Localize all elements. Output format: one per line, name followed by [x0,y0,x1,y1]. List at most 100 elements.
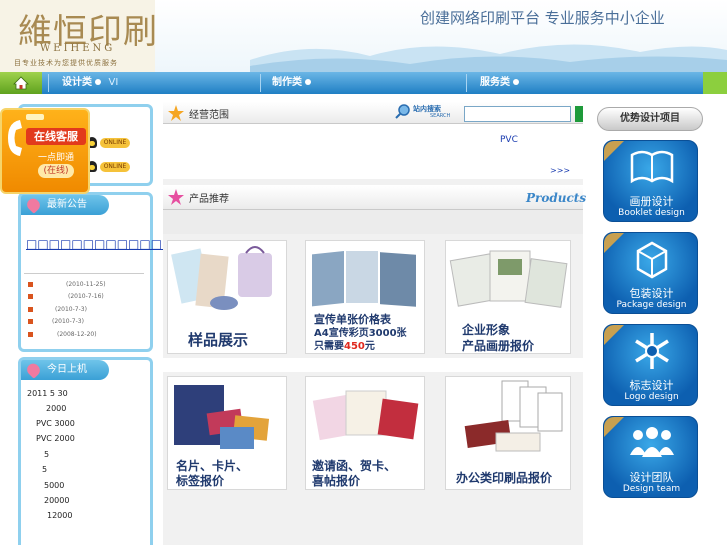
design-projects-title: 优势设计项目 [597,107,703,131]
nav-item-suffix: VI [108,77,119,88]
today-title: 今日上机 [47,364,87,375]
logo-design-button[interactable]: 标志设计 Logo design [603,324,698,406]
online-service-widget[interactable]: 在线客服 一点即通 (在线) [0,108,90,194]
button-label-en: Booklet design [618,208,685,218]
notice-title-bar: 最新公告 [21,195,109,215]
bullet-icon [28,294,33,299]
invitation-image [312,390,419,441]
nav-item-design[interactable]: 设计类 VI [62,72,118,94]
package-design-button[interactable]: 包装设计 Package design [603,232,698,314]
nav-item-production[interactable]: 制作类 [272,72,311,94]
service-status: (在线) [38,164,74,178]
more-link[interactable]: >>> [550,166,570,175]
heart-icon [24,361,43,379]
scope-content [163,126,583,180]
logo-text-en: WEIHENG [40,43,116,54]
product-card-catalog[interactable]: 企业形象 产品画册报价 [445,240,571,354]
service-subtitle: 一点即通 [37,153,74,163]
products-spacer [163,210,583,234]
today-panel: 今日上机 [18,357,153,545]
booklet-design-button[interactable]: 画册设计 Booklet design [603,140,698,222]
button-label-en: Design team [622,484,681,494]
today-item: 12000 [47,511,73,520]
product-caption: 办公类印刷品报价 [456,471,553,485]
product-caption: 只需要 [314,341,344,352]
nav-item-label: 设计类 [62,77,92,88]
search-label-en: SEARCH [430,113,451,119]
notice-panel: 最新公告 [18,192,153,352]
product-card-samples[interactable]: 样品展示 [167,240,287,354]
nav-end-cap [703,72,727,94]
cards-image [174,385,270,449]
products-gap [163,358,583,372]
today-item: 2011 5 30 [27,389,68,398]
products-title-en: Products [526,191,587,205]
product-caption: 喜帖报价 [312,474,361,488]
corner-ribbon [604,141,624,161]
button-label-cn: 包装设计 [629,287,674,300]
divider [24,273,144,274]
catalog-image [449,250,568,308]
today-item: PVC 2000 [36,434,75,443]
brochure-image [171,246,272,310]
price-value: 450 [344,341,365,352]
today-item: PVC 3000 [36,419,75,428]
nav-item-label: 服务类 [480,77,510,88]
button-label-en: Package design [616,300,687,310]
today-item: 5 [44,450,50,459]
bullet-icon [28,307,33,312]
price-line: 只需要450元 [314,337,375,352]
bullet-icon [28,332,33,337]
notice-title: 最新公告 [47,199,87,210]
nav-separator [466,74,467,92]
search-input[interactable] [464,106,571,122]
design-team-button[interactable]: 设计团队 Design team [603,416,698,498]
service-logo-mark [26,114,44,122]
today-item: 5 [42,465,48,474]
product-card-flyers[interactable]: 宣传单张价格表 A4宣传彩页3000张 只需要450元 [305,240,425,354]
divider [163,179,583,185]
notice-headline-link[interactable]: □□□□□□□□□□□□□□□□□□□□□□ [26,236,275,252]
heart-icon [24,196,43,214]
button-label-en: Logo design [624,392,679,402]
online-badge: ONLINE [100,162,130,172]
product-card-cards[interactable]: 名片、卡片、 标签报价 [167,376,287,490]
button-label-cn: 画册设计 [629,195,674,208]
today-item: 20000 [44,496,70,505]
nav-arrow-icon [513,79,519,85]
today-title-bar: 今日上机 [21,360,109,380]
corner-ribbon [604,233,624,253]
product-card-office[interactable]: 办公类印刷品报价 [445,376,571,490]
package-icon [636,241,668,279]
product-card-invitations[interactable]: 邀请函、贺卡、 喜帖报价 [305,376,425,490]
nav-item-label: 制作类 [272,77,302,88]
bullet-icon [28,319,33,324]
mountain-banner [250,44,727,72]
star-icon [168,105,184,121]
qq-online-2[interactable]: ONLINE [87,161,137,173]
nav-item-service[interactable]: 服务类 [480,72,519,94]
products-title-bar: 产品推荐 Products [163,186,587,210]
scope-title: 经营范围 [189,110,229,121]
online-badge: ONLINE [100,138,130,148]
search-button[interactable] [575,106,583,122]
stationery-image [464,380,563,452]
header-slogan: 创建网络印刷平台 专业服务中小企业 [420,9,665,27]
star-icon [168,189,184,205]
nav-separator [260,74,261,92]
button-label-cn: 标志设计 [629,379,674,392]
service-title: 在线客服 [26,128,86,145]
team-icon [630,427,674,457]
nav-arrow-icon [95,79,101,85]
scope-pvc-link[interactable]: PVC [500,135,518,145]
flyer-image [312,251,416,307]
nav-arrow-icon [305,79,311,85]
corner-ribbon [604,325,624,345]
home-icon [13,76,29,90]
qq-online-1[interactable]: ONLINE [87,137,137,149]
phone-icon [8,120,22,156]
home-button[interactable] [0,72,42,94]
corner-ribbon [604,417,624,437]
price-unit: 元 [364,341,375,352]
booklet-icon [630,150,674,184]
